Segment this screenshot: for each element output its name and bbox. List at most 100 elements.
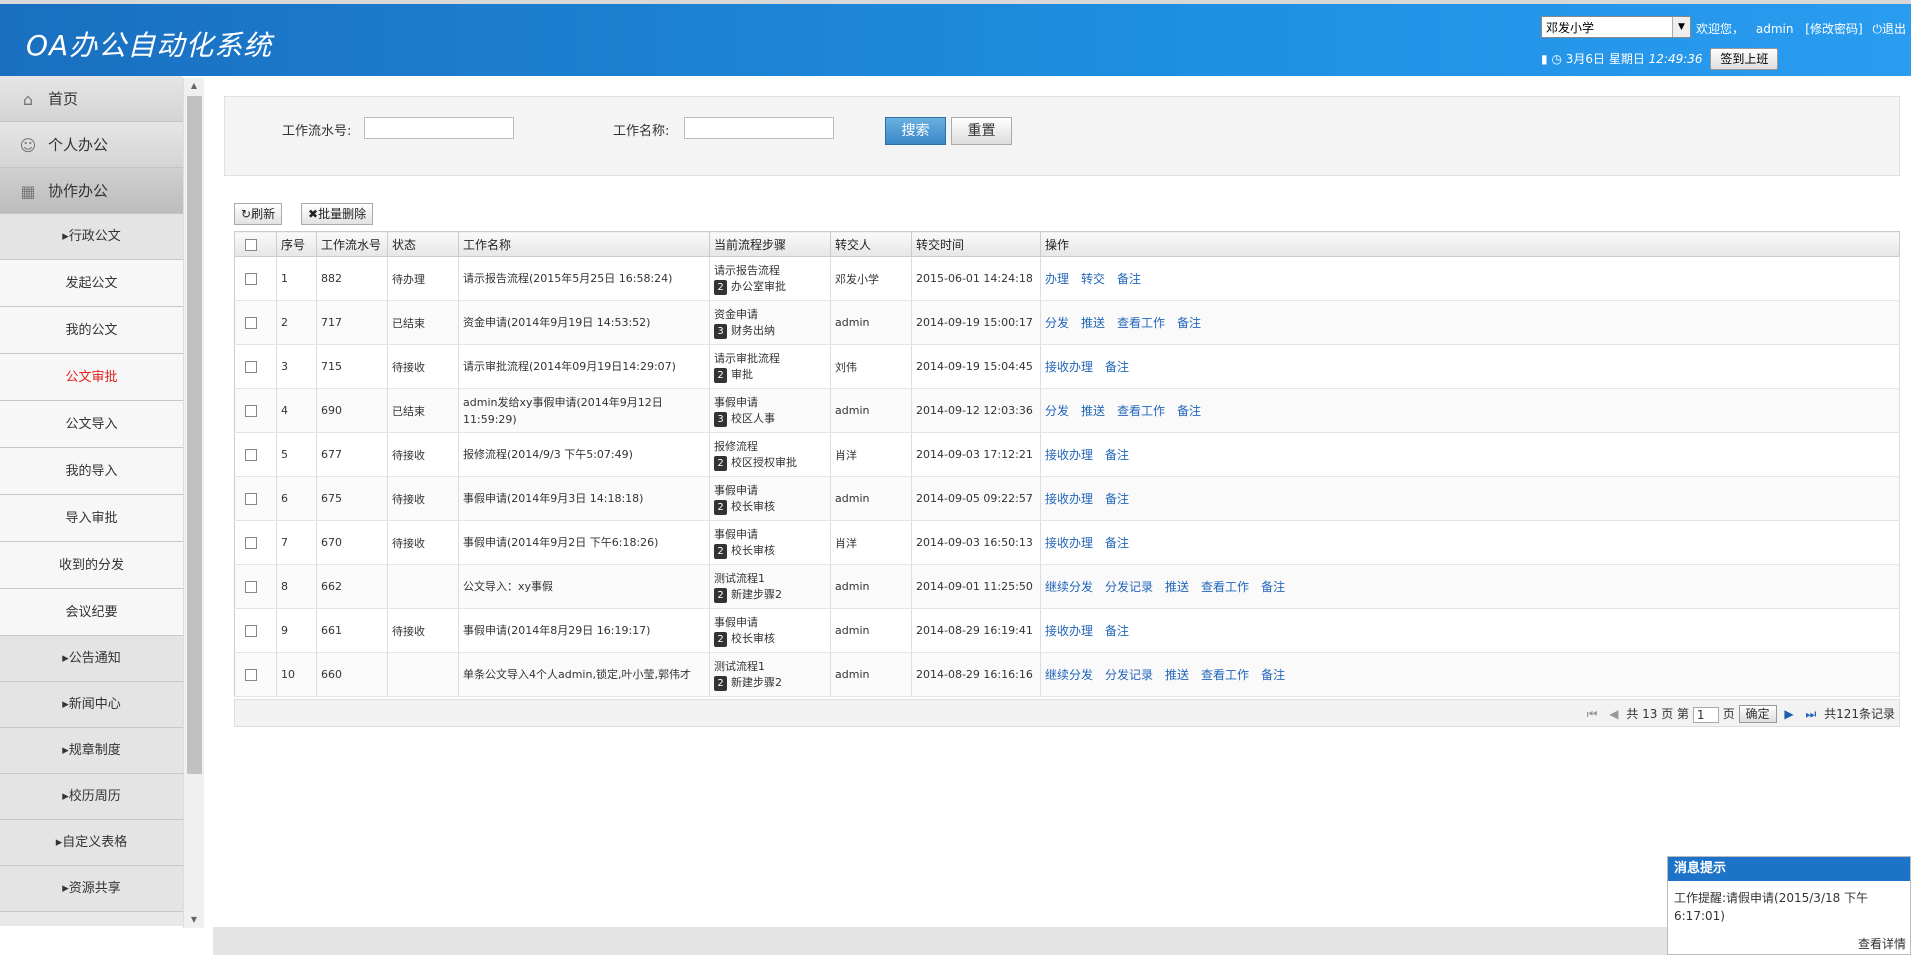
sidebar-group-resources[interactable]: ▸资源共享 <box>0 866 183 912</box>
row-action-link[interactable]: 备注 <box>1105 492 1129 506</box>
scroll-up-icon[interactable]: ▲ <box>184 78 204 94</box>
page-number-input[interactable]: 1 <box>1692 706 1719 723</box>
refresh-button[interactable]: ↻刷新 <box>234 203 283 225</box>
row-work-name: 请示审批流程(2014年09月19日14:29:07) <box>458 344 710 389</box>
sidebar-item-my-docs[interactable]: 我的公文 <box>0 307 183 354</box>
row-action-link[interactable]: 接收办理 <box>1045 360 1093 374</box>
row-action-link[interactable]: 查看工作 <box>1201 668 1249 682</box>
sidebar-item-minutes[interactable]: 会议纪要 <box>0 589 183 636</box>
row-action-link[interactable]: 备注 <box>1105 360 1129 374</box>
message-detail-link[interactable]: 查看详情 <box>1858 935 1906 952</box>
row-action-link[interactable]: 分发记录 <box>1105 668 1153 682</box>
work-name-text: 公文导入：xy事假 <box>463 580 554 593</box>
row-status: 待接收 <box>387 520 459 565</box>
row-checkbox[interactable] <box>245 493 257 505</box>
sidebar-group-rules[interactable]: ▸规章制度 <box>0 728 183 774</box>
scroll-down-icon[interactable]: ▼ <box>184 912 204 928</box>
step-title: 报修流程 <box>714 440 758 454</box>
row-checkbox[interactable] <box>245 273 257 285</box>
row-actions: 接收办理 备注 <box>1040 520 1900 565</box>
row-select-cell <box>234 388 277 433</box>
row-action-link[interactable]: 查看工作 <box>1201 580 1249 594</box>
step-number-badge: 2 <box>714 587 727 603</box>
page-confirm-button[interactable]: 确定 <box>1738 705 1777 723</box>
row-action-link[interactable]: 推送 <box>1081 404 1105 418</box>
search-panel: 工作流水号: 工作名称: 搜索 重置 <box>224 96 1900 176</box>
batch-delete-button[interactable]: ✖批量删除 <box>301 203 374 225</box>
row-action-link[interactable]: 继续分发 <box>1045 668 1093 682</box>
column-header: 当前流程步骤 <box>709 231 831 257</box>
pagination-bar: ⏮ ◀ 共 13 页 第 1 页 确定 ▶ ⏭ 共121条记录 <box>234 699 1900 727</box>
first-page-icon[interactable]: ⏮ <box>1587 707 1598 721</box>
sidebar-item-my-import[interactable]: 我的导入 <box>0 448 183 495</box>
scrollbar-thumb[interactable] <box>187 96 202 774</box>
sidebar-group-calendar[interactable]: ▸校历周历 <box>0 774 183 820</box>
row-action-link[interactable]: 办理 <box>1045 272 1069 286</box>
school-select-value: 邓发小学 <box>1546 21 1595 35</box>
row-action-link[interactable]: 继续分发 <box>1045 580 1093 594</box>
row-checkbox[interactable] <box>245 625 257 637</box>
last-page-icon[interactable]: ⏭ <box>1805 707 1816 721</box>
logout-link[interactable]: ⏻退出 <box>1872 22 1906 36</box>
sidebar-group-custom-forms[interactable]: ▸自定义表格 <box>0 820 183 866</box>
row-actions: 继续分发 分发记录 推送 查看工作 备注 <box>1040 564 1900 609</box>
next-page-icon[interactable]: ▶ <box>1784 707 1793 721</box>
sign-in-button[interactable]: 签到上班 <box>1710 48 1779 70</box>
step-number-badge: 2 <box>714 543 727 559</box>
row-action-link[interactable]: 分发 <box>1045 316 1069 330</box>
work-name-input[interactable] <box>684 117 834 139</box>
search-button[interactable]: 搜索 <box>885 117 946 145</box>
sidebar-item-home[interactable]: ⌂ 首页 <box>0 76 183 122</box>
sidebar-group-admin-docs[interactable]: ▸行政公文 <box>0 214 183 260</box>
row-action-link[interactable]: 接收办理 <box>1045 536 1093 550</box>
row-action-link[interactable]: 备注 <box>1261 580 1285 594</box>
sidebar-item-collab[interactable]: ▦ 协作办公 <box>0 168 183 214</box>
row-action-link[interactable]: 推送 <box>1081 316 1105 330</box>
row-action-link[interactable]: 备注 <box>1177 316 1201 330</box>
flow-no-input[interactable] <box>364 117 514 139</box>
row-action-link[interactable]: 备注 <box>1177 404 1201 418</box>
row-checkbox[interactable] <box>245 449 257 461</box>
select-all-checkbox[interactable] <box>245 238 257 251</box>
sidebar-group-notices[interactable]: ▸公告通知 <box>0 636 183 682</box>
row-status[interactable]: 待办理 <box>387 256 459 301</box>
row-action-link[interactable]: 分发 <box>1045 404 1069 418</box>
row-work-name: 请示报告流程(2015年5月25日 16:58:24) <box>458 256 710 301</box>
sidebar-scrollbar[interactable]: ▲ ▼ <box>183 78 204 928</box>
sidebar-item-import-approval[interactable]: 导入审批 <box>0 495 183 542</box>
row-action-link[interactable]: 接收办理 <box>1045 492 1093 506</box>
row-action-link[interactable]: 备注 <box>1117 272 1141 286</box>
row-action-link[interactable]: 备注 <box>1105 448 1129 462</box>
row-checkbox[interactable] <box>245 405 257 417</box>
row-action-link[interactable]: 推送 <box>1165 580 1189 594</box>
row-checkbox[interactable] <box>245 537 257 549</box>
row-action-link[interactable]: 查看工作 <box>1117 316 1165 330</box>
row-action-link[interactable]: 查看工作 <box>1117 404 1165 418</box>
sidebar-group-news[interactable]: ▸新闻中心 <box>0 682 183 728</box>
row-checkbox[interactable] <box>245 317 257 329</box>
row-action-link[interactable]: 备注 <box>1105 624 1129 638</box>
sidebar-item-doc-approval[interactable]: 公文审批 <box>0 354 183 401</box>
row-action-link[interactable]: 转交 <box>1081 272 1105 286</box>
row-action-link[interactable]: 接收办理 <box>1045 624 1093 638</box>
row-select-cell <box>234 608 277 653</box>
row-action-link[interactable]: 备注 <box>1261 668 1285 682</box>
row-action-link[interactable]: 分发记录 <box>1105 580 1153 594</box>
sidebar-item-received[interactable]: 收到的分发 <box>0 542 183 589</box>
row-from: admin <box>830 564 912 609</box>
prev-page-icon[interactable]: ◀ <box>1609 707 1618 721</box>
row-checkbox[interactable] <box>245 669 257 681</box>
row-checkbox[interactable] <box>245 361 257 373</box>
change-password-link[interactable]: [修改密码] <box>1805 22 1862 36</box>
row-action-link[interactable]: 备注 <box>1105 536 1129 550</box>
row-action-link[interactable]: 接收办理 <box>1045 448 1093 462</box>
step-name: 新建步骤2 <box>731 588 782 602</box>
sidebar-item-personal[interactable]: ☺ 个人办公 <box>0 122 183 168</box>
row-action-link[interactable]: 推送 <box>1165 668 1189 682</box>
reset-button[interactable]: 重置 <box>951 117 1012 145</box>
sidebar-item-doc-import[interactable]: 公文导入 <box>0 401 183 448</box>
row-checkbox[interactable] <box>245 581 257 593</box>
chevron-down-icon[interactable]: ▼ <box>1672 17 1690 37</box>
school-select[interactable]: 邓发小学 ▼ <box>1541 16 1691 38</box>
sidebar-item-start-doc[interactable]: 发起公文 <box>0 260 183 307</box>
